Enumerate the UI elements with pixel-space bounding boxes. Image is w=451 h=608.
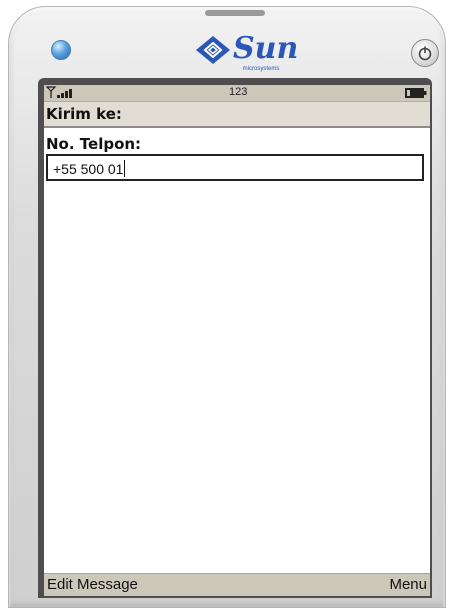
phone-number-input[interactable]: +55 500 01 xyxy=(46,154,424,181)
screen-title: Kirim ke: xyxy=(46,105,122,123)
sun-diamond-icon xyxy=(196,36,230,64)
screen-title-bar: Kirim ke: xyxy=(44,102,430,128)
status-led-icon xyxy=(51,40,71,60)
input-mode-indicator: 123 xyxy=(229,86,248,98)
earpiece xyxy=(205,10,265,16)
power-button[interactable] xyxy=(411,39,439,67)
softkey-edit-message[interactable]: Edit Message xyxy=(47,576,138,593)
signal-strength-icon xyxy=(46,86,72,98)
softkey-bar: Edit Message Menu xyxy=(44,573,430,596)
battery-icon xyxy=(405,88,427,98)
brand-logo: Sun microsystems xyxy=(195,31,305,77)
text-caret xyxy=(124,160,126,177)
phone-number-label: No. Telpon: xyxy=(46,135,142,153)
status-bar: 123 xyxy=(44,85,430,102)
phone-number-value: +55 500 01 xyxy=(53,160,126,177)
softkey-menu[interactable]: Menu xyxy=(389,576,427,593)
phone-screen: 123 Kirim ke: No. Telpon: +55 500 01 Edi… xyxy=(44,85,430,596)
brand-subtitle: microsystems xyxy=(242,66,280,72)
power-icon xyxy=(418,46,432,61)
brand-name: Sun xyxy=(233,31,299,66)
